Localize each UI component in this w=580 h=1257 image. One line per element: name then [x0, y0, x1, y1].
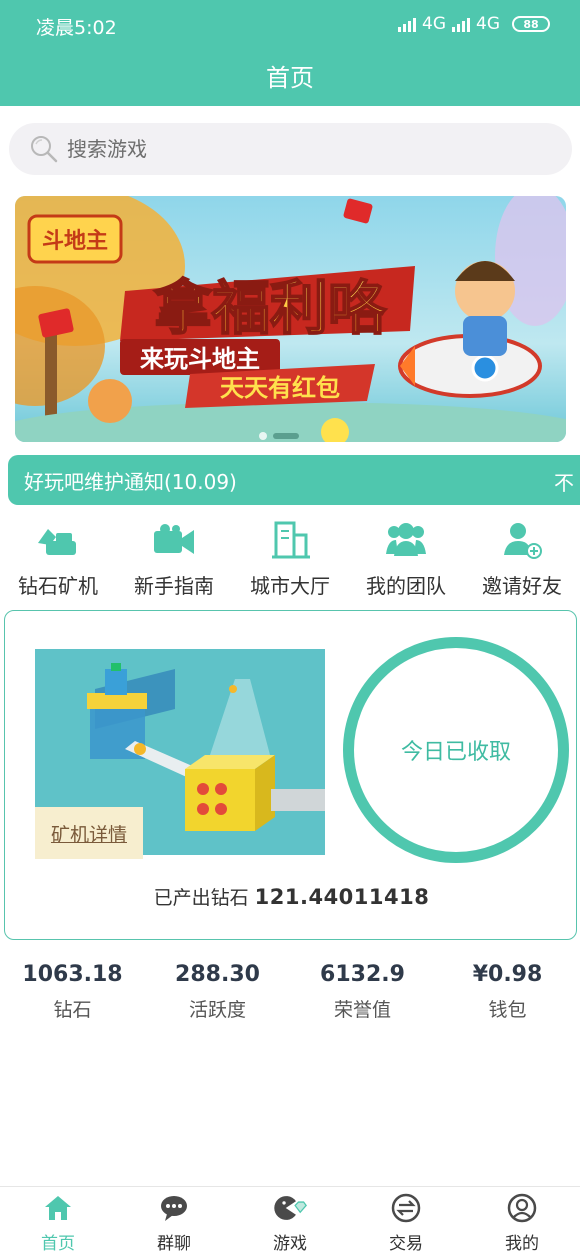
stat-value: ¥0.98 — [472, 962, 543, 987]
stats-row: 1063.18 钻石 288.30 活跃度 6132.9 荣誉值 ¥0.98 钱… — [0, 962, 580, 1022]
tab-trade[interactable]: 交易 — [348, 1187, 464, 1257]
signal-icon — [398, 16, 416, 32]
mining-detail-button[interactable]: 矿机详情 — [35, 807, 143, 859]
stat-diamonds[interactable]: 1063.18 钻石 — [0, 962, 145, 1022]
tab-group-chat[interactable]: 群聊 — [116, 1187, 232, 1257]
output-value: 121.44011418 — [254, 885, 430, 909]
search-input[interactable] — [67, 137, 547, 161]
status-time: 凌晨5:02 — [36, 17, 117, 39]
app-root: 凌晨5:02 4G 4G 88 首页 搜索游戏 拿福利咯 来玩斗地主 天天有红包… — [0, 0, 580, 1257]
game-icon — [273, 1193, 307, 1223]
pagination-dot[interactable] — [259, 432, 267, 440]
menu-item-beginner-guide[interactable]: 新手指南 — [116, 520, 232, 600]
collect-status-label: 今日已收取 — [400, 740, 511, 765]
menu-item-diamond-miner[interactable]: 钻石矿机 — [0, 520, 116, 600]
tab-games[interactable]: 游戏 — [232, 1187, 348, 1257]
banner-headline: 拿福利咯 — [154, 274, 387, 342]
output-label: 已产出钻石 — [153, 887, 249, 909]
profile-icon — [505, 1193, 539, 1223]
status-indicators: 4G 4G 88 — [398, 14, 550, 34]
notice-next-text: 不 — [554, 471, 574, 495]
quick-menu: 钻石矿机 新手指南 城市大厅 我的团队 邀请好友 — [0, 520, 580, 600]
pagination-dot-active[interactable] — [273, 433, 299, 439]
battery-icon: 88 — [512, 16, 550, 32]
menu-item-my-team[interactable]: 我的团队 — [348, 520, 464, 600]
diamond-output: 已产出钻石 121.44011418 — [5, 883, 578, 910]
home-icon — [41, 1193, 75, 1223]
bottom-tab-bar: 首页 群聊 游戏 交易 我的 — [0, 1186, 580, 1257]
notice-text: 好玩吧维护通知(10.09) — [24, 469, 237, 494]
stat-value: 1063.18 — [22, 962, 123, 987]
menu-item-invite-friends[interactable]: 邀请好友 — [464, 520, 580, 600]
team-icon — [384, 520, 428, 560]
search-icon — [29, 134, 59, 164]
stat-label: 钻石 — [53, 999, 92, 1021]
tab-label: 群聊 — [157, 1234, 191, 1254]
city-building-icon — [268, 520, 312, 560]
video-guide-icon — [152, 520, 196, 560]
menu-label: 新手指南 — [134, 574, 214, 598]
network-type-2: 4G — [476, 14, 500, 34]
stat-wallet[interactable]: ¥0.98 钱包 — [435, 962, 580, 1022]
tab-label: 我的 — [505, 1234, 539, 1254]
signal-icon-2 — [452, 16, 470, 32]
stat-value: 288.30 — [175, 962, 260, 987]
chat-icon — [157, 1193, 191, 1223]
mining-machine-icon — [36, 520, 80, 560]
stat-label: 荣誉值 — [333, 999, 391, 1021]
banner-tagline: 天天有红包 — [220, 374, 340, 402]
tab-profile[interactable]: 我的 — [464, 1187, 580, 1257]
add-friend-icon — [500, 520, 544, 560]
page-title: 首页 — [266, 64, 314, 92]
banner-pagination — [259, 432, 299, 440]
menu-item-city-hall[interactable]: 城市大厅 — [232, 520, 348, 600]
tab-label: 首页 — [41, 1234, 75, 1254]
banner-image: 拿福利咯 来玩斗地主 天天有红包 斗地主 — [15, 196, 566, 442]
banner-subline: 来玩斗地主 — [140, 345, 260, 373]
tab-label: 游戏 — [273, 1234, 307, 1254]
stat-label: 活跃度 — [188, 999, 246, 1021]
tab-label: 交易 — [389, 1234, 423, 1254]
promo-banner[interactable]: 拿福利咯 来玩斗地主 天天有红包 斗地主 — [15, 196, 566, 442]
banner-logo: 斗地主 — [42, 229, 108, 254]
menu-label: 我的团队 — [366, 574, 446, 598]
stat-value: 6132.9 — [320, 962, 405, 987]
search-bar[interactable] — [9, 123, 572, 175]
stat-activity[interactable]: 288.30 活跃度 — [145, 962, 290, 1022]
menu-label: 城市大厅 — [250, 574, 330, 598]
notice-bar[interactable]: 好玩吧维护通知(10.09) 不 — [8, 455, 580, 505]
network-type-1: 4G — [422, 14, 446, 34]
mining-card: 矿机详情 今日已收取 已产出钻石 121.44011418 — [4, 610, 577, 940]
stat-label: 钱包 — [488, 999, 527, 1021]
tab-home[interactable]: 首页 — [0, 1187, 116, 1257]
status-bar: 凌晨5:02 4G 4G 88 — [0, 0, 580, 52]
header: 凌晨5:02 4G 4G 88 首页 — [0, 0, 580, 106]
exchange-icon — [389, 1193, 423, 1223]
stat-honor[interactable]: 6132.9 荣誉值 — [290, 962, 435, 1022]
menu-label: 钻石矿机 — [18, 574, 98, 598]
menu-label: 邀请好友 — [482, 574, 562, 598]
collect-button[interactable]: 今日已收取 — [343, 637, 569, 863]
